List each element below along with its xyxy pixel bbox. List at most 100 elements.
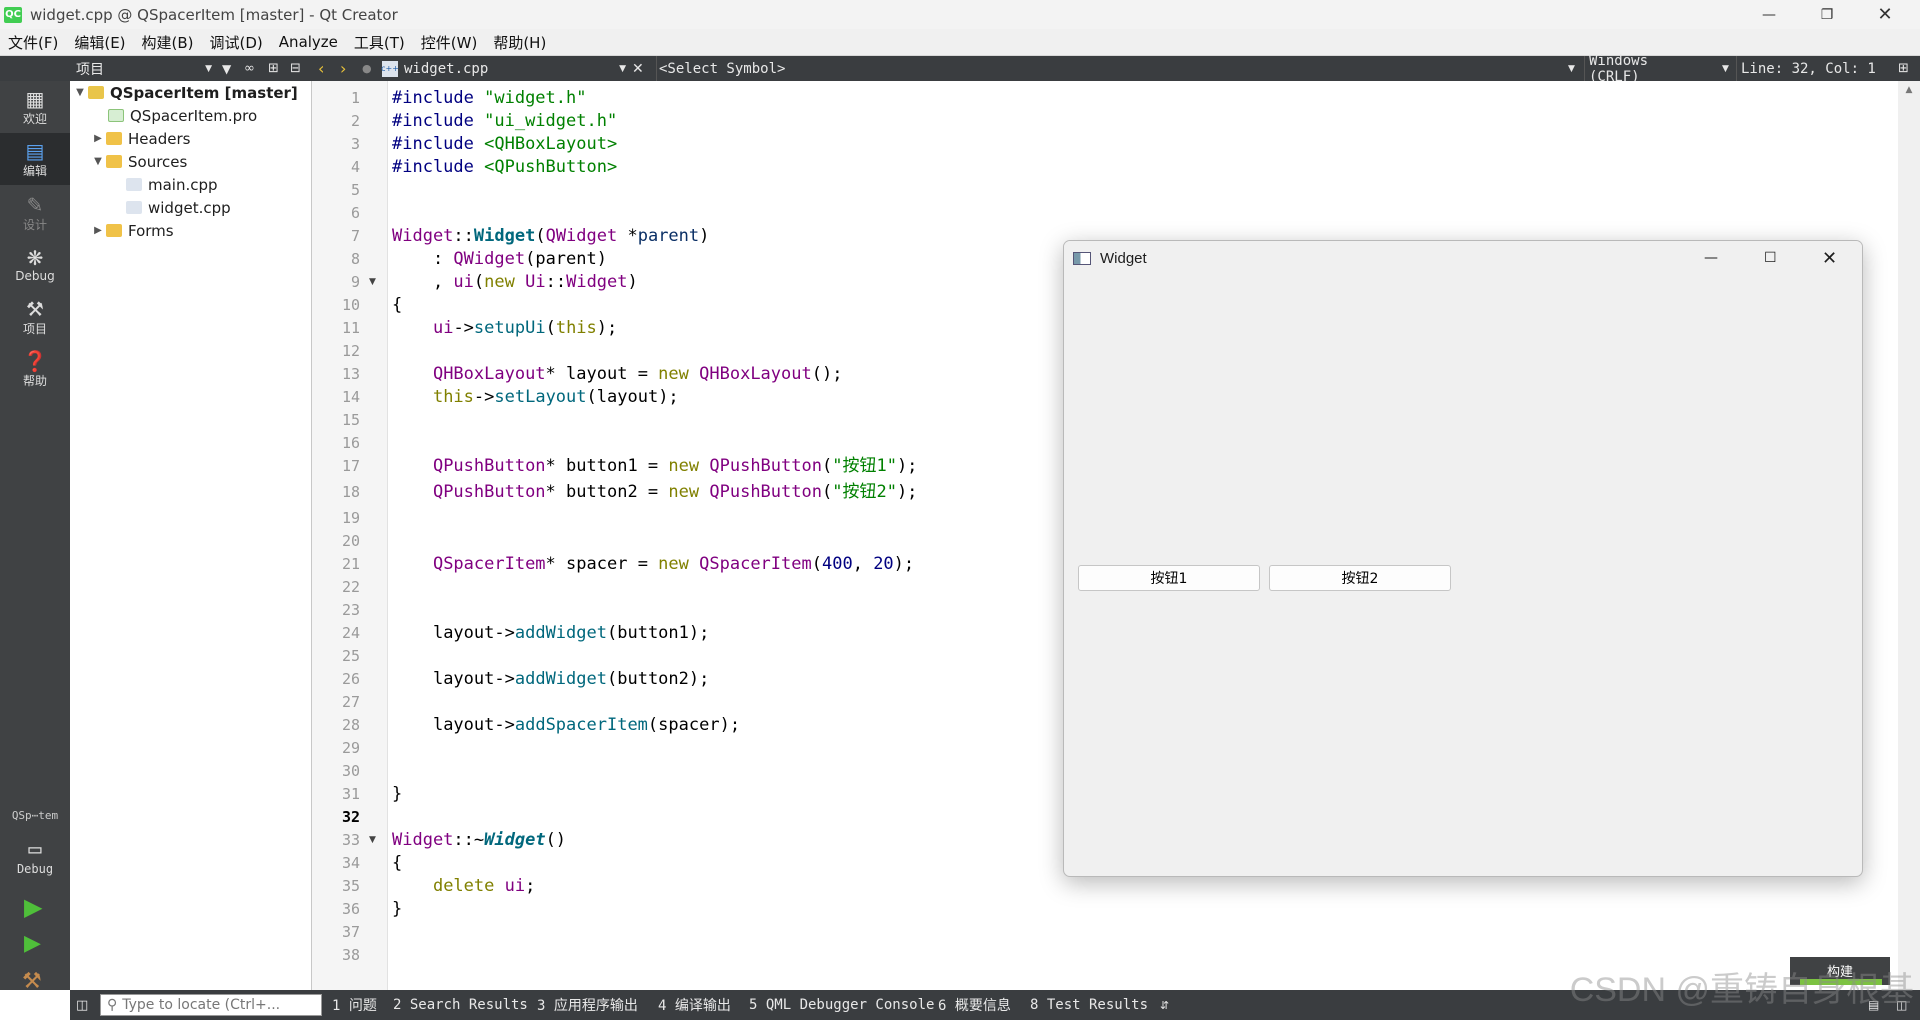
maximize-button[interactable]: ☐: [1764, 250, 1777, 266]
chevron-down-icon: ▼: [205, 63, 212, 74]
tab-issues[interactable]: 1 问题: [332, 990, 377, 1020]
menu-analyze[interactable]: Analyze: [271, 29, 346, 56]
wrench-icon: ⚒: [26, 296, 44, 321]
close-document-icon[interactable]: ✕: [632, 56, 644, 81]
button1[interactable]: 按钮1: [1078, 565, 1260, 591]
mode-help[interactable]: ❓ 帮助: [0, 343, 70, 395]
hammer-icon[interactable]: ⚒: [22, 969, 42, 994]
cursor-position[interactable]: Line: 32, Col: 1: [1736, 56, 1876, 81]
filter-icon[interactable]: ▼: [222, 56, 231, 81]
debug-run-icon[interactable]: ▶: [24, 931, 41, 956]
back-arrow-icon[interactable]: ‹: [318, 56, 324, 81]
run-icon[interactable]: ▶: [24, 893, 42, 921]
code-line[interactable]: layout->addSpacerItem(spacer);: [392, 714, 740, 737]
restore-button[interactable]: ❐: [1798, 0, 1856, 29]
preview-title-bar: Widget — ☐ ✕: [1064, 241, 1862, 275]
code-line[interactable]: layout->addWidget(button1);: [392, 622, 709, 645]
split-icon[interactable]: ⊞: [268, 56, 279, 81]
line-number-gutter[interactable]: 1 2 3 4 5 6 7 8 9 ▼ 10 11 12 13 14 15 16 17 18 19 20 21 22 23 24…: [312, 81, 388, 990]
tree-item-project[interactable]: ▼ QSpacerItem [master]: [72, 81, 298, 104]
tree-item-main-cpp[interactable]: main.cpp: [126, 173, 218, 196]
line-number: 10: [341, 296, 360, 314]
close-button[interactable]: ✕: [1822, 248, 1837, 269]
code-line[interactable]: #include "widget.h": [392, 87, 586, 110]
code-line[interactable]: #include "ui_widget.h": [392, 110, 617, 133]
code-line[interactable]: delete ui;: [392, 875, 535, 898]
widget-preview-window[interactable]: Widget — ☐ ✕ 按钮1 按钮2: [1063, 240, 1863, 877]
code-line[interactable]: QPushButton* button1 = new QPushButton("…: [392, 455, 917, 478]
open-file-selector[interactable]: c++ widget.cpp ▼: [381, 56, 626, 81]
button2[interactable]: 按钮2: [1269, 565, 1451, 591]
line-ending-selector[interactable]: Windows (CRLF): [1584, 53, 1704, 85]
toggle-sidebar-icon[interactable]: ◫: [76, 990, 88, 1020]
locator-input[interactable]: ⚲ Type to locate (Ctrl+...: [100, 994, 322, 1016]
line-number: 18: [341, 482, 360, 501]
menu-debug[interactable]: 调试(D): [202, 29, 271, 56]
line-number: 37: [341, 922, 360, 941]
code-line[interactable]: QSpacerItem* spacer = new QSpacerItem(40…: [392, 553, 914, 576]
line-number: 28: [341, 715, 360, 734]
scroll-up-icon[interactable]: ▲: [1898, 85, 1920, 95]
tab-search-results[interactable]: 2 Search Results: [393, 990, 528, 1020]
tab-qml-debugger[interactable]: 5 QML Debugger Console: [749, 990, 934, 1020]
code-line[interactable]: Widget::~Widget(): [392, 829, 566, 852]
menu-build[interactable]: 构建(B): [134, 29, 202, 56]
code-line[interactable]: {: [392, 294, 402, 317]
tab-app-output[interactable]: 3 应用程序输出: [537, 990, 638, 1020]
close-button[interactable]: ✕: [1856, 0, 1914, 29]
code-line[interactable]: QHBoxLayout* layout = new QHBoxLayout();: [392, 363, 843, 386]
fold-marker-icon[interactable]: ▼: [369, 829, 376, 852]
forward-arrow-icon[interactable]: ›: [340, 56, 346, 81]
tree-item-forms[interactable]: ▶ Forms: [90, 219, 173, 242]
menu-file[interactable]: 文件(F): [0, 29, 66, 56]
split-editor-icon[interactable]: ⊞: [1898, 56, 1909, 81]
mode-design[interactable]: ✎ 设计: [0, 187, 70, 239]
code-line[interactable]: QPushButton* button2 = new QPushButton("…: [392, 481, 917, 504]
line-number: 27: [341, 692, 360, 711]
mode-label: 欢迎: [22, 111, 47, 126]
menu-edit[interactable]: 编辑(E): [66, 29, 133, 56]
code-line[interactable]: Widget::Widget(QWidget *parent): [392, 225, 709, 248]
code-line[interactable]: }: [392, 898, 402, 921]
code-line[interactable]: #include <QPushButton>: [392, 156, 617, 179]
tree-item-sources[interactable]: ▼ Sources: [90, 150, 187, 173]
tab-general-messages[interactable]: 6 概要信息: [938, 990, 1011, 1020]
tree-item-widget-cpp[interactable]: widget.cpp: [126, 196, 231, 219]
link-icon[interactable]: ∞: [244, 56, 255, 81]
bug-icon: ❋: [26, 246, 44, 270]
kit-selector[interactable]: ▭ Debug: [0, 829, 70, 883]
minimize-button[interactable]: —: [1740, 0, 1798, 29]
code-line[interactable]: #include <QHBoxLayout>: [392, 133, 617, 156]
code-line[interactable]: ui->setupUi(this);: [392, 317, 617, 340]
mode-debug[interactable]: ❋ Debug: [0, 239, 70, 291]
minimize-button[interactable]: —: [1704, 250, 1718, 266]
tab-test-results[interactable]: 8 Test Results: [1030, 990, 1148, 1020]
code-line[interactable]: , ui(new Ui::Widget): [392, 271, 638, 294]
vertical-scrollbar[interactable]: ▲: [1898, 81, 1920, 990]
folder-icon: [106, 132, 122, 145]
projects-selector[interactable]: 项目 ▼: [76, 56, 216, 81]
line-number: 25: [341, 646, 360, 665]
tab-compile-output[interactable]: 4 编译输出: [658, 990, 731, 1020]
window-icon: [1073, 251, 1091, 265]
line-number: 24: [341, 623, 360, 642]
fold-marker-icon[interactable]: ▼: [369, 271, 376, 294]
tree-item-pro-file[interactable]: QSpacerItem.pro: [108, 104, 257, 127]
mode-welcome[interactable]: ▦ 欢迎: [0, 81, 70, 133]
menu-tools[interactable]: 工具(T): [346, 29, 413, 56]
close-sidebar-icon[interactable]: ⊟: [290, 56, 301, 81]
menu-controls[interactable]: 控件(W): [413, 29, 486, 56]
code-line[interactable]: {: [392, 852, 402, 875]
code-line[interactable]: : QWidget(parent): [392, 248, 607, 271]
code-line[interactable]: this->setLayout(layout);: [392, 386, 679, 409]
more-tabs-icon[interactable]: ⇵: [1160, 990, 1169, 1020]
symbol-selector[interactable]: <Select Symbol>: [656, 56, 1582, 81]
menu-help[interactable]: 帮助(H): [485, 29, 554, 56]
preview-title: Widget: [1100, 249, 1147, 267]
mode-projects[interactable]: ⚒ 项目: [0, 291, 70, 343]
mode-edit[interactable]: ▤ 编辑: [0, 133, 70, 185]
tree-item-headers[interactable]: ▶ Headers: [90, 127, 190, 150]
open-file-name: widget.cpp: [404, 60, 489, 77]
code-line[interactable]: layout->addWidget(button2);: [392, 668, 709, 691]
code-line[interactable]: }: [392, 783, 402, 806]
